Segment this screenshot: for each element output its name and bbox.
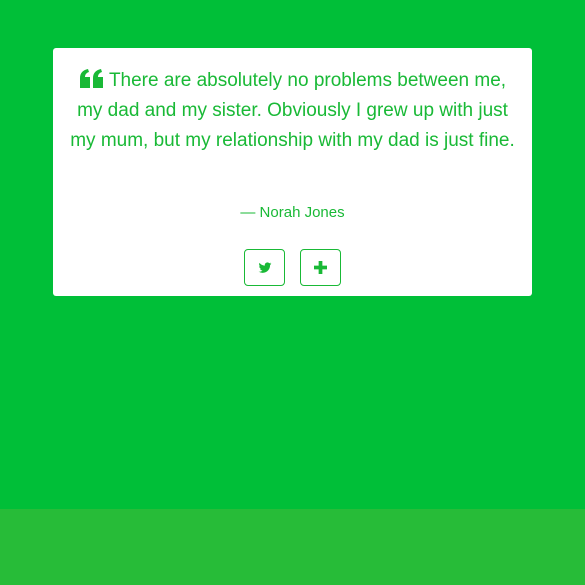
quote-text: There are absolutely no problems between… <box>70 70 515 151</box>
quote-card: There are absolutely no problems between… <box>53 48 532 296</box>
twitter-icon <box>258 261 271 273</box>
quote-block: There are absolutely no problems between… <box>67 66 518 156</box>
footer-band <box>0 509 585 585</box>
new-quote-button[interactable] <box>300 249 341 286</box>
plus-icon <box>314 261 327 274</box>
quote-left-icon <box>79 69 103 88</box>
quote-author: — Norah Jones <box>240 204 345 221</box>
tweet-quote-button[interactable] <box>244 249 285 286</box>
